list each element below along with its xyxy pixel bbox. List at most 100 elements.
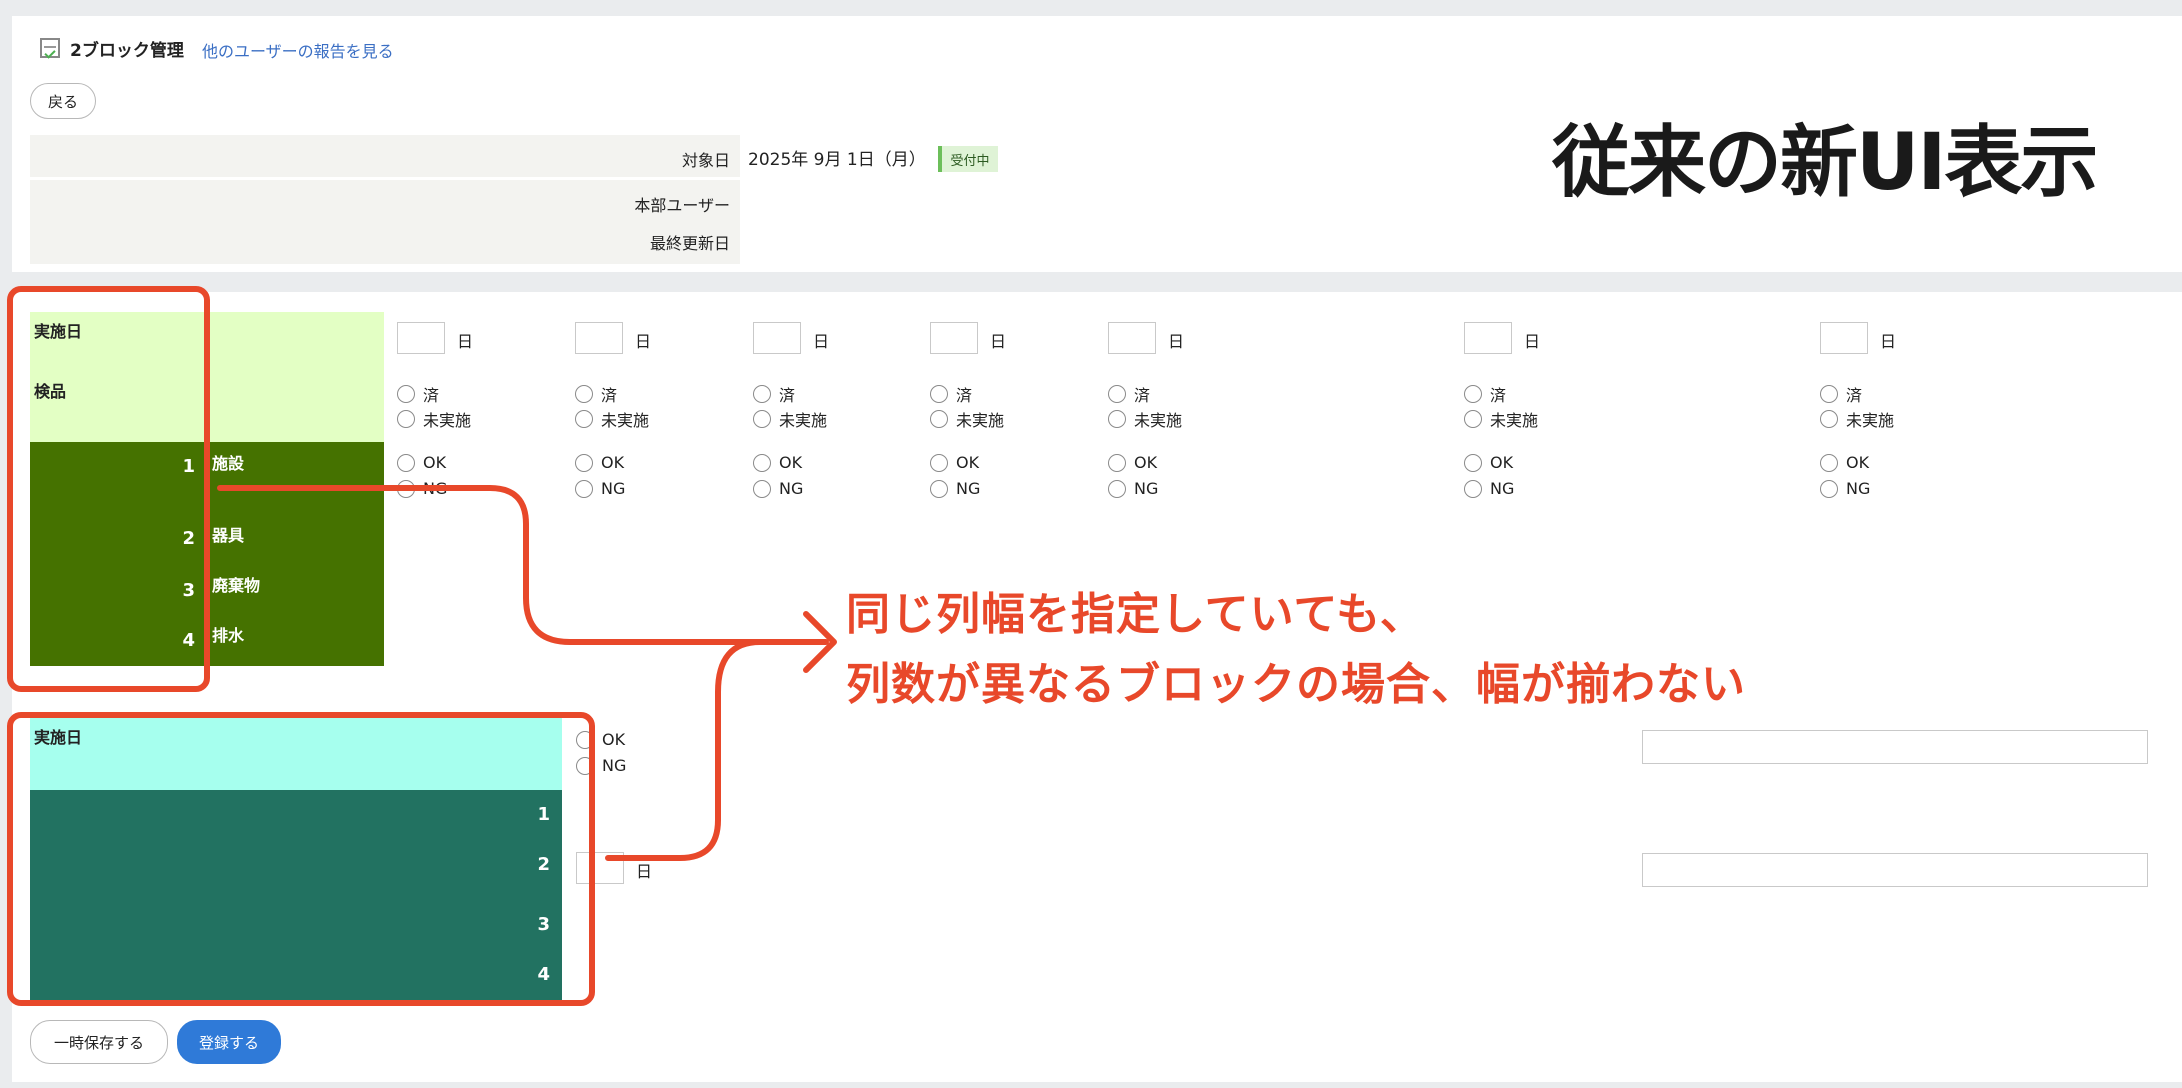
not-done-option[interactable]: 未実施 bbox=[1108, 407, 1182, 431]
radio-icon[interactable] bbox=[1108, 479, 1126, 498]
not-done-option[interactable]: 未実施 bbox=[397, 407, 471, 431]
day-input[interactable] bbox=[930, 322, 978, 354]
done-option[interactable]: 済 bbox=[1820, 382, 1862, 406]
radio-icon[interactable] bbox=[397, 479, 415, 498]
block1-day-column: 日済未実施 OK NG bbox=[1464, 322, 1634, 522]
radio-icon[interactable] bbox=[753, 385, 771, 403]
ng-option[interactable]: NG bbox=[575, 479, 625, 498]
info-row-target-date: 対象日 bbox=[30, 135, 740, 177]
ok-option[interactable]: OK bbox=[575, 453, 624, 472]
not-done-option[interactable]: 未実施 bbox=[1464, 407, 1538, 431]
done-option[interactable]: 済 bbox=[397, 382, 439, 406]
target-date-label: 対象日 bbox=[681, 151, 730, 170]
radio-icon[interactable] bbox=[1108, 385, 1126, 403]
other-users-link[interactable]: 他のユーザーの報告を見る bbox=[202, 38, 394, 62]
radio-icon[interactable] bbox=[753, 479, 771, 498]
radio-icon[interactable] bbox=[575, 479, 593, 498]
not-done-option[interactable]: 未実施 bbox=[1820, 407, 1894, 431]
block1-row-label: 排水 bbox=[212, 626, 245, 645]
radio-icon[interactable] bbox=[1108, 410, 1126, 428]
day-input[interactable] bbox=[753, 322, 801, 354]
radio-icon[interactable] bbox=[397, 453, 415, 472]
ok-option[interactable]: OK bbox=[753, 453, 802, 472]
radio-icon[interactable] bbox=[930, 410, 948, 428]
block1-row-label: 廃棄物 bbox=[212, 576, 261, 595]
annotation-line2: 列数が異なるブロックの場合、幅が揃わない bbox=[846, 659, 1746, 710]
block1-day-column: 日済未実施 OK NG bbox=[753, 322, 923, 522]
day-input[interactable] bbox=[1464, 322, 1512, 354]
overlay-title: 従来の新UI表示 bbox=[1552, 118, 2098, 208]
block1-day-column: 日済未実施 OK NG bbox=[1108, 322, 1278, 522]
block1-row-label: 器具 bbox=[212, 526, 245, 545]
radio-icon[interactable] bbox=[1108, 453, 1126, 472]
block2-text-input[interactable] bbox=[1642, 730, 2148, 764]
radio-icon[interactable] bbox=[930, 479, 948, 498]
radio-icon[interactable] bbox=[1464, 479, 1482, 498]
last-updated-label: 最終更新日 bbox=[649, 234, 730, 253]
page-title: 2ブロック管理 bbox=[70, 41, 184, 61]
day-unit-label: 日 bbox=[1524, 332, 1541, 351]
done-option[interactable]: 済 bbox=[1108, 382, 1150, 406]
ng-option[interactable]: NG bbox=[397, 479, 447, 498]
radio-icon[interactable] bbox=[1464, 410, 1482, 428]
radio-icon[interactable] bbox=[1820, 385, 1838, 403]
radio-icon[interactable] bbox=[753, 453, 771, 472]
ok-option[interactable]: OK bbox=[1108, 453, 1157, 472]
day-input[interactable] bbox=[1820, 322, 1868, 354]
day-input[interactable] bbox=[1108, 322, 1156, 354]
back-button[interactable]: 戻る bbox=[30, 83, 96, 119]
not-done-option[interactable]: 未実施 bbox=[753, 407, 827, 431]
radio-icon[interactable] bbox=[575, 410, 593, 428]
temp-save-button[interactable]: 一時保存する bbox=[30, 1020, 168, 1064]
hq-user-label: 本部ユーザー bbox=[634, 196, 730, 215]
ng-option[interactable]: NG bbox=[1820, 479, 1870, 498]
radio-icon[interactable] bbox=[1464, 385, 1482, 403]
block2-text-input[interactable] bbox=[1642, 853, 2148, 887]
radio-icon[interactable] bbox=[1820, 479, 1838, 498]
ng-option[interactable]: NG bbox=[930, 479, 980, 498]
target-date-value: 2025年 9月 1日（月） bbox=[748, 150, 926, 170]
day-unit-label: 日 bbox=[813, 332, 830, 351]
day-unit-label: 日 bbox=[635, 332, 652, 351]
radio-icon[interactable] bbox=[1820, 410, 1838, 428]
day-unit-label: 日 bbox=[636, 862, 653, 881]
block1-day-column: 日済未実施 OK NG bbox=[397, 322, 567, 522]
day-unit-label: 日 bbox=[990, 332, 1007, 351]
status-badge: 受付中 bbox=[938, 146, 998, 172]
block1-day-column: 日済未実施 OK NG bbox=[1820, 322, 1990, 522]
day-unit-label: 日 bbox=[1168, 332, 1185, 351]
ok-option[interactable]: OK bbox=[1820, 453, 1869, 472]
block1-row-label: 施設 bbox=[212, 454, 245, 473]
ng-option[interactable]: NG bbox=[1108, 479, 1158, 498]
ng-option[interactable]: NG bbox=[1464, 479, 1514, 498]
done-option[interactable]: 済 bbox=[575, 382, 617, 406]
info-row-last-updated: 最終更新日 bbox=[30, 222, 740, 264]
day-input[interactable] bbox=[397, 322, 445, 354]
radio-icon[interactable] bbox=[753, 410, 771, 428]
done-option[interactable]: 済 bbox=[753, 382, 795, 406]
done-option[interactable]: 済 bbox=[930, 382, 972, 406]
day-input[interactable] bbox=[575, 322, 623, 354]
radio-icon[interactable] bbox=[575, 453, 593, 472]
ok-option[interactable]: OK bbox=[1464, 453, 1513, 472]
day-unit-label: 日 bbox=[457, 332, 474, 351]
done-option[interactable]: 済 bbox=[1464, 382, 1506, 406]
highlight-box-block1 bbox=[7, 286, 210, 692]
radio-icon[interactable] bbox=[397, 385, 415, 403]
radio-icon[interactable] bbox=[930, 385, 948, 403]
ok-option[interactable]: OK bbox=[930, 453, 979, 472]
radio-icon[interactable] bbox=[1820, 453, 1838, 472]
radio-icon[interactable] bbox=[930, 453, 948, 472]
not-done-option[interactable]: 未実施 bbox=[575, 407, 649, 431]
annotation-line1: 同じ列幅を指定していても、 bbox=[846, 589, 1425, 640]
block1-day-column: 日済未実施 OK NG bbox=[575, 322, 745, 522]
report-icon bbox=[40, 38, 60, 58]
radio-icon[interactable] bbox=[575, 385, 593, 403]
register-button[interactable]: 登録する bbox=[177, 1020, 281, 1064]
ok-option[interactable]: OK bbox=[397, 453, 446, 472]
radio-icon[interactable] bbox=[397, 410, 415, 428]
not-done-option[interactable]: 未実施 bbox=[930, 407, 1004, 431]
radio-icon[interactable] bbox=[1464, 453, 1482, 472]
ng-option[interactable]: NG bbox=[753, 479, 803, 498]
block1-day-column: 日済未実施 OK NG bbox=[930, 322, 1100, 522]
